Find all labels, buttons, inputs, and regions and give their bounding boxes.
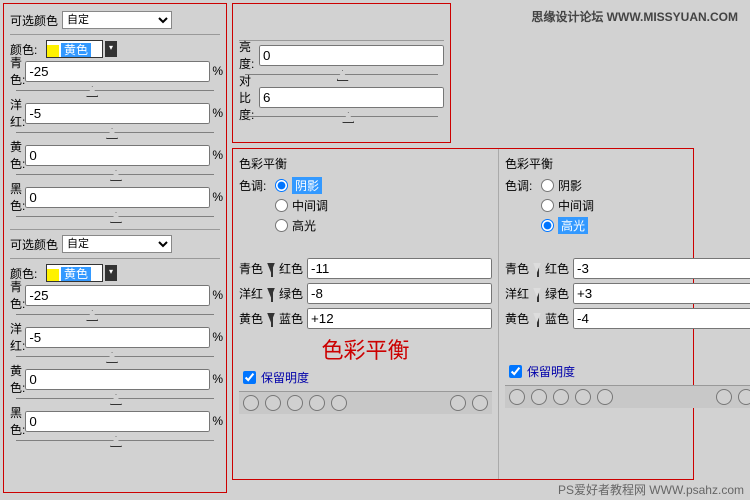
icon-1[interactable] [243, 395, 259, 411]
brightness-input[interactable] [259, 45, 444, 66]
magenta-slider[interactable] [16, 125, 214, 141]
preset-select-2[interactable]: 自定 [62, 235, 172, 253]
icon-6[interactable] [450, 395, 466, 411]
cb-title: 色彩平衡 [239, 155, 492, 172]
icon-3[interactable] [287, 395, 303, 411]
preset-select[interactable]: 自定 [62, 11, 172, 29]
chevron-down-icon[interactable]: ▾ [105, 41, 117, 57]
footer-watermark: PS爱好者教程网 WWW.psahz.com [558, 481, 744, 498]
cyan-slider[interactable] [16, 83, 214, 99]
icon-4[interactable] [309, 395, 325, 411]
brightness-slider[interactable] [245, 67, 438, 83]
preserve-lum-check[interactable] [243, 371, 256, 384]
color-dropdown-2[interactable]: 黄色 [46, 264, 103, 282]
icon-7[interactable] [472, 395, 488, 411]
caption: 色彩平衡 [239, 333, 492, 365]
yb-input[interactable] [307, 308, 492, 329]
color-dropdown[interactable]: 黄色 [46, 40, 103, 58]
magenta-input[interactable] [25, 103, 210, 124]
selective-color-panel: 可选颜色 自定 颜色: 黄色▾ 青色:% 洋红:% 黄色:% 黑色:% 可选颜色… [3, 3, 227, 493]
brightness-panel: 亮度: 对比度: [232, 3, 451, 143]
preset-label: 可选颜色 [10, 12, 62, 29]
tone-mid-radio[interactable] [275, 199, 288, 212]
yellow-slider[interactable] [16, 167, 214, 183]
icon-5[interactable] [331, 395, 347, 411]
mg-input[interactable] [307, 283, 492, 304]
color-balance-container: 色彩平衡 色调:阴影 中间调 高光 青色红色 洋红绿色 黄色蓝色 色彩平衡 保留… [232, 148, 694, 480]
contrast-input[interactable] [259, 87, 444, 108]
icon-bar [239, 391, 492, 414]
yellow-input[interactable] [25, 145, 210, 166]
cyan-input[interactable] [25, 61, 210, 82]
tone-hi-radio[interactable] [275, 219, 288, 232]
icon-2[interactable] [265, 395, 281, 411]
tone-shadow-radio[interactable] [275, 179, 288, 192]
color-balance-left: 色彩平衡 色调:阴影 中间调 高光 青色红色 洋红绿色 黄色蓝色 色彩平衡 保留… [233, 149, 499, 479]
header-watermark: 思缘设计论坛 WWW.MISSYUAN.COM [531, 8, 738, 25]
color-balance-right: 色彩平衡 色调:阴影 中间调 高光 青色红色 洋红绿色 黄色蓝色 保留明度 [499, 149, 750, 479]
cr-input[interactable] [307, 258, 492, 279]
black-slider[interactable] [16, 209, 214, 225]
contrast-slider[interactable] [245, 109, 438, 125]
black-input[interactable] [25, 187, 210, 208]
